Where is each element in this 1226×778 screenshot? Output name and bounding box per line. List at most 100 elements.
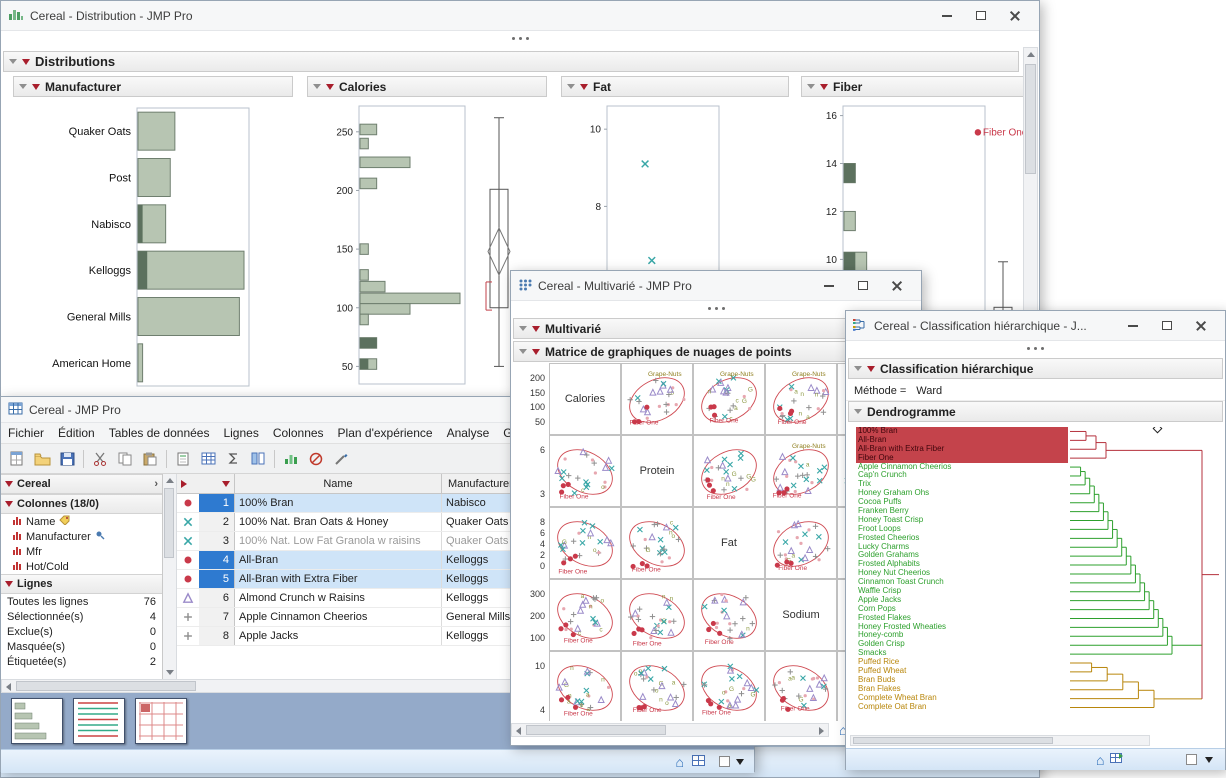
- dendrogram-leaf[interactable]: Puffed Wheat: [856, 667, 1068, 676]
- chevron-right-icon[interactable]: ›: [154, 478, 158, 490]
- matrix-scatter-cell[interactable]: aFiber OneGrape-Nuts: [765, 435, 837, 507]
- columns-view-button[interactable]: [246, 447, 270, 471]
- cut-button[interactable]: [88, 447, 112, 471]
- matrix-diagonal-cell[interactable]: Protein: [621, 435, 693, 507]
- dendrogram-leaf[interactable]: Apple Cinnamon Cheerios: [856, 463, 1068, 472]
- thumbnail-report-preview[interactable]: [135, 698, 187, 744]
- dendrogram-leaf[interactable]: Trix: [856, 480, 1068, 489]
- multivariate-titlebar[interactable]: Cereal - Multivarié - JMP Pro: [511, 271, 921, 301]
- paste-button[interactable]: [138, 447, 162, 471]
- matrix-scatter-cell[interactable]: GaaFiber One: [765, 651, 837, 721]
- menu-analyse[interactable]: Analyse: [440, 426, 497, 440]
- menu-plan-d-exp-rience[interactable]: Plan d'expérience: [331, 426, 440, 440]
- red-triangle-menu-icon[interactable]: [532, 326, 540, 332]
- cell-name[interactable]: 100% Nat. Bran Oats & Honey: [235, 513, 442, 531]
- fat-outline-header[interactable]: Fat: [561, 76, 789, 97]
- dendrogram-leaf[interactable]: Honey-comb: [856, 631, 1068, 640]
- disclosure-triangle-icon[interactable]: [19, 84, 27, 89]
- red-triangle-menu-icon[interactable]: [5, 481, 13, 487]
- close-button[interactable]: [998, 4, 1032, 28]
- close-button[interactable]: [880, 274, 914, 298]
- menu-colonnes[interactable]: Colonnes: [266, 426, 331, 440]
- dendrogram-leaf[interactable]: Cap'n Crunch: [856, 471, 1068, 480]
- row-stat-s-lectionn-e-s-[interactable]: Sélectionnée(s)4: [1, 609, 162, 624]
- red-triangle-menu-icon[interactable]: [22, 59, 30, 65]
- close-button[interactable]: [1184, 314, 1218, 338]
- menu-tables-de-donn-es[interactable]: Tables de données: [102, 426, 217, 440]
- menu-fichier[interactable]: Fichier: [1, 426, 51, 440]
- matrix-scatter-cell[interactable]: anGannoaFiber One: [549, 651, 621, 721]
- journal-button[interactable]: [171, 447, 195, 471]
- matrix-diagonal-cell[interactable]: Calories: [549, 363, 621, 435]
- cell-name[interactable]: 100% Bran: [235, 494, 442, 512]
- maximize-button[interactable]: [1150, 314, 1184, 338]
- grid-vertical-scrollbar[interactable]: [163, 474, 177, 679]
- red-triangle-menu-icon[interactable]: [580, 84, 588, 90]
- manufacturer-chart[interactable]: Quaker OatsPostNabiscoKelloggsGeneral Mi…: [13, 102, 293, 394]
- matrix-scatter-cell[interactable]: coFiber One: [549, 435, 621, 507]
- data-grid-button[interactable]: [196, 447, 220, 471]
- row-stat-masqu-e-s-[interactable]: Masquée(s)0: [1, 639, 162, 654]
- row-number-cell[interactable]: 2: [177, 513, 235, 531]
- columns-menu-icon[interactable]: [222, 481, 230, 487]
- disclosure-triangle-icon[interactable]: [854, 409, 862, 414]
- exclude-button[interactable]: [304, 447, 328, 471]
- red-triangle-menu-icon[interactable]: [5, 581, 13, 587]
- matrix-scatter-cell[interactable]: GGnnGFiber One: [693, 435, 765, 507]
- minimize-button[interactable]: [930, 4, 964, 28]
- open-button[interactable]: [30, 447, 54, 471]
- dendrogram-leaf[interactable]: Corn Pops: [856, 605, 1068, 614]
- thumbnail-table-preview[interactable]: [73, 698, 125, 744]
- matrix-diagonal-cell[interactable]: Sodium: [765, 579, 837, 651]
- dendrogram-leaf[interactable]: Complete Wheat Bran: [856, 694, 1068, 703]
- row-number-cell[interactable]: 6: [177, 589, 235, 607]
- cluster-outline-header[interactable]: Classification hiérarchique: [848, 358, 1223, 379]
- column-header-name[interactable]: Name: [235, 474, 442, 493]
- disclosure-triangle-icon[interactable]: [313, 84, 321, 89]
- save-button[interactable]: [55, 447, 79, 471]
- cluster-titlebar[interactable]: Cereal - Classification hiérarchique - J…: [846, 311, 1225, 341]
- red-triangle-menu-icon[interactable]: [32, 84, 40, 90]
- cell-name[interactable]: All-Bran with Extra Fiber: [235, 570, 442, 588]
- menu--dition[interactable]: Édition: [51, 426, 102, 440]
- dendrogram-leaf[interactable]: Fiber One: [856, 454, 1068, 463]
- matrix-scatter-cell[interactable]: oFiber OneGrape-Nuts: [621, 363, 693, 435]
- red-triangle-menu-icon[interactable]: [532, 349, 540, 355]
- dendrogram-horizontal-scrollbar[interactable]: [850, 735, 1150, 746]
- dendrogram-leaf[interactable]: Frosted Alphabits: [856, 560, 1068, 569]
- matrix-scatter-cell[interactable]: cGnoFiber One: [621, 507, 693, 579]
- red-triangle-menu-icon[interactable]: [820, 84, 828, 90]
- dendrogram-leaf[interactable]: Smacks: [856, 649, 1068, 658]
- copy-button[interactable]: [113, 447, 137, 471]
- minimize-button[interactable]: [1116, 314, 1150, 338]
- dendrogram-leaf[interactable]: Frosted Cheerios: [856, 534, 1068, 543]
- status-checkbox[interactable]: [719, 756, 730, 767]
- dendrogram-leaf[interactable]: Honey Toast Crisp: [856, 516, 1068, 525]
- matrix-scatter-cell[interactable]: nocacFiber One: [549, 579, 621, 651]
- cell-name[interactable]: Apple Jacks: [235, 627, 442, 645]
- row-number-cell[interactable]: 5: [177, 570, 235, 588]
- row-number-cell[interactable]: 8: [177, 627, 235, 645]
- row-number-cell[interactable]: 4: [177, 551, 235, 569]
- new-data-table-button[interactable]: [5, 447, 29, 471]
- status-checkbox[interactable]: [1186, 754, 1197, 765]
- dendrogram-leaf[interactable]: Apple Jacks: [856, 596, 1068, 605]
- disclosure-triangle-icon[interactable]: [807, 84, 815, 89]
- distributions-outline-header[interactable]: Distributions: [3, 51, 1019, 72]
- home-icon[interactable]: ⌂: [1096, 753, 1104, 767]
- matrix-horizontal-scrollbar[interactable]: [511, 723, 829, 737]
- dendrogram-leaf[interactable]: Froot Loops: [856, 525, 1068, 534]
- dendrogram-leaf[interactable]: Frosted Flakes: [856, 614, 1068, 623]
- dendrogram-leaf[interactable]: 100% Bran: [856, 427, 1068, 436]
- disclosure-triangle-icon[interactable]: [519, 349, 527, 354]
- dendrogram-leaf[interactable]: Lucky Charms: [856, 543, 1068, 552]
- row-stat-toutes-les-lignes[interactable]: Toutes les lignes76: [1, 594, 162, 609]
- dendrogram-leaf[interactable]: All-Bran: [856, 436, 1068, 445]
- table-panel-header[interactable]: Cereal ›: [1, 474, 162, 494]
- dendrogram-leaf[interactable]: Franken Berry: [856, 507, 1068, 516]
- fiber-outline-header[interactable]: Fiber: [801, 76, 1025, 97]
- status-dropdown-icon[interactable]: [1205, 757, 1213, 763]
- disclosure-triangle-icon[interactable]: [854, 366, 862, 371]
- column-item-manufacturer[interactable]: Manufacturer: [1, 529, 162, 544]
- home-icon[interactable]: ⌂: [676, 755, 684, 769]
